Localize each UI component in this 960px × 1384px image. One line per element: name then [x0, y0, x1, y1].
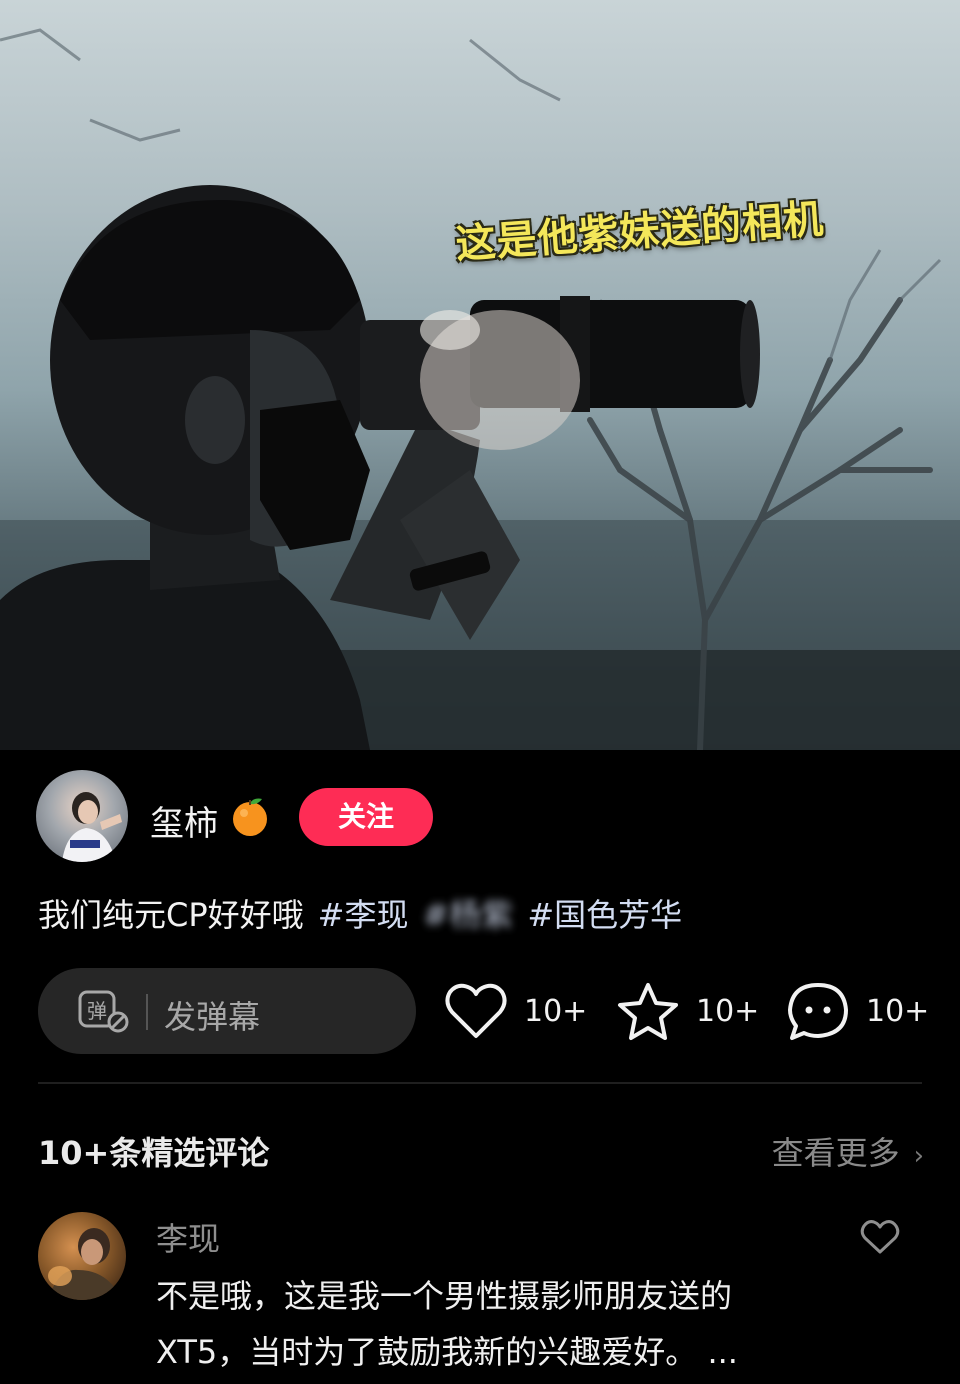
hashtag-link-blurred[interactable]: #杨紫: [422, 896, 513, 934]
see-more-label: 查看更多: [771, 1134, 900, 1172]
heart-icon: [445, 983, 507, 1038]
danmaku-off-icon: 弹: [78, 990, 129, 1033]
comment-username[interactable]: 李现: [156, 1214, 220, 1260]
like-button[interactable]: 10+: [444, 980, 594, 1044]
comment-count: 10+: [866, 994, 930, 1029]
video-frame-illustration: [0, 28, 960, 750]
comment-button[interactable]: 10+: [786, 980, 936, 1044]
author-row: 玺柿 关注: [36, 770, 924, 862]
comment-avatar-illustration: [48, 1228, 122, 1300]
star-icon: [618, 983, 678, 1040]
danmaku-icon-glyph: 弹: [87, 999, 107, 1023]
author-name[interactable]: 玺柿: [150, 796, 218, 845]
post-text: 我们纯元CP好好哦: [38, 896, 304, 934]
see-more-link[interactable]: 查看更多 ›: [772, 1128, 924, 1174]
hashtag-link[interactable]: #国色芳华: [527, 896, 682, 934]
video-player[interactable]: 这是他紫妹送的相机: [0, 0, 960, 750]
favorite-count: 10+: [696, 994, 760, 1029]
orange-emoji-icon: [233, 798, 267, 836]
comment-bubble-icon: [788, 983, 848, 1040]
danmaku-divider: [146, 994, 148, 1030]
author-avatar[interactable]: [36, 770, 128, 862]
like-count: 10+: [524, 994, 588, 1029]
comment-like-heart-icon[interactable]: [860, 1218, 900, 1256]
comment-avatar[interactable]: [38, 1212, 126, 1300]
favorite-button[interactable]: 10+: [616, 980, 766, 1044]
danmaku-input[interactable]: 弹 发弹幕: [38, 968, 416, 1054]
follow-button[interactable]: 关注: [299, 788, 433, 846]
avatar-illustration: [62, 792, 122, 862]
danmaku-placeholder: 发弹幕: [164, 998, 261, 1036]
comments-header: 10+条精选评论: [38, 1134, 270, 1172]
chevron-right-icon: ›: [913, 1141, 924, 1171]
post-caption: 我们纯元CP好好哦 #李现 #杨紫 #国色芳华: [38, 890, 682, 936]
section-divider: [38, 1082, 922, 1084]
hashtag-link[interactable]: #李现: [318, 896, 409, 934]
comment-text: 不是哦，这是我一个男性摄影师朋友送的XT5，当时为了鼓励我新的兴趣爱好。 ...: [156, 1277, 738, 1371]
